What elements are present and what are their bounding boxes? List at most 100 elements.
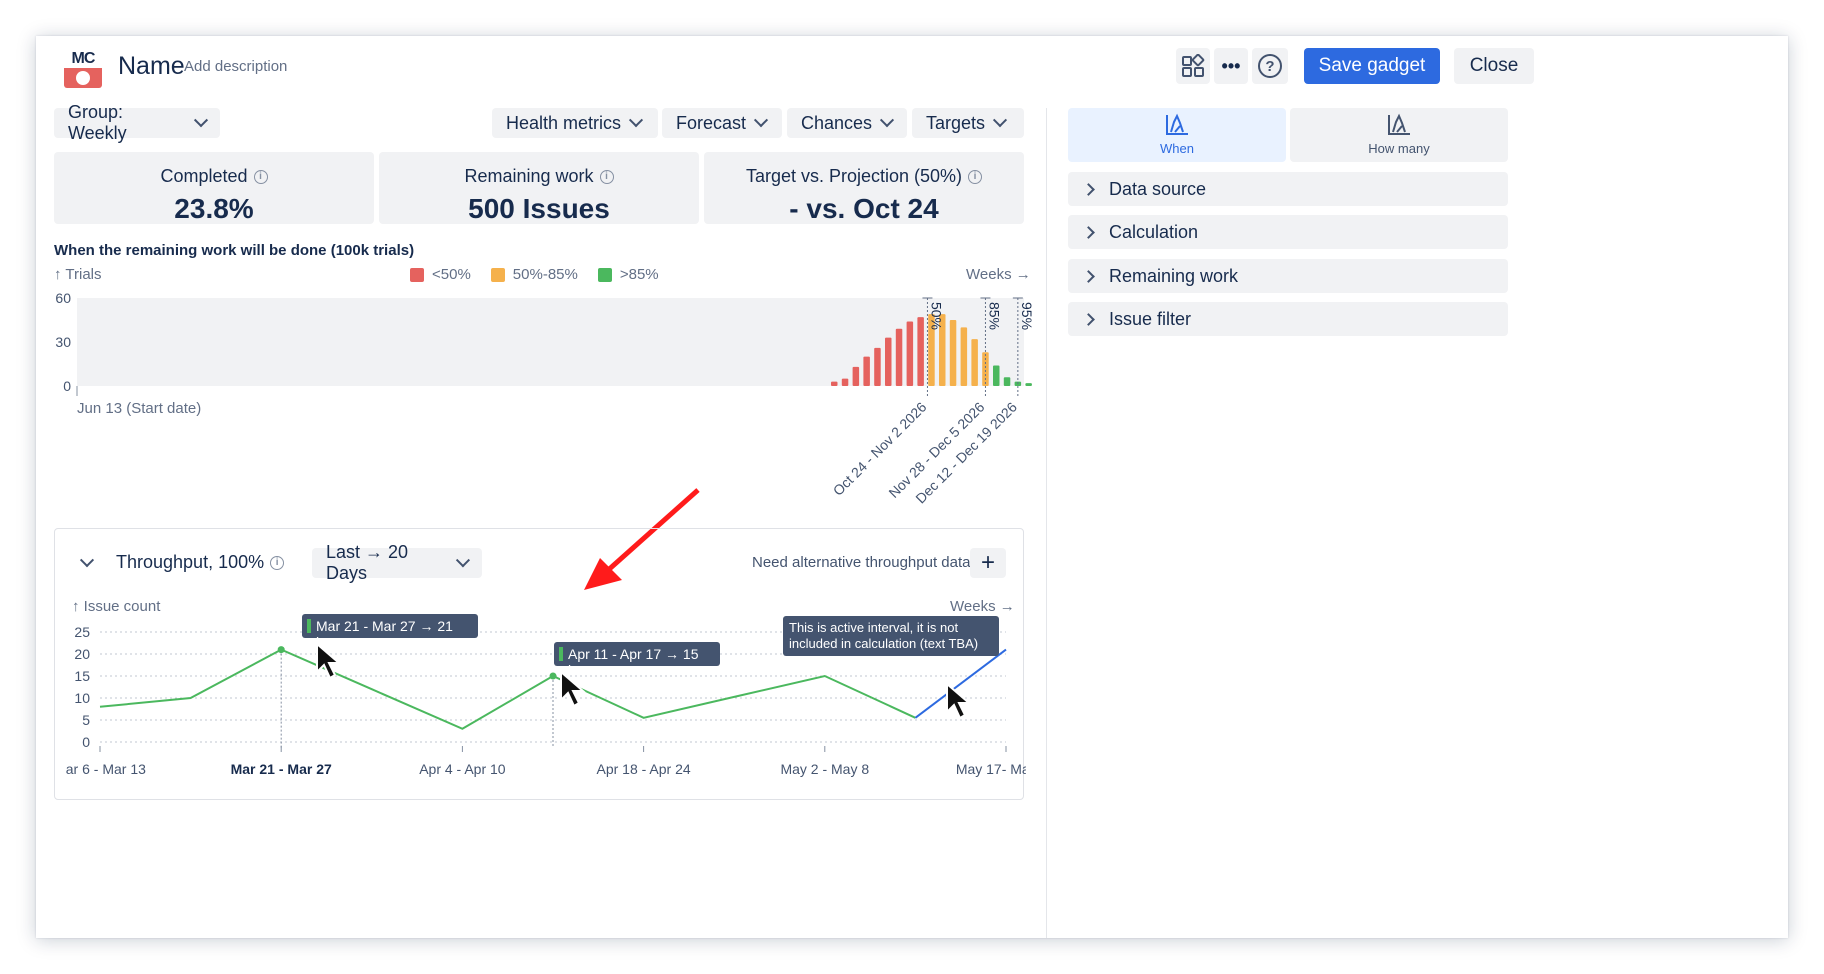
tab-label: How many xyxy=(1368,141,1430,156)
throughput-title: Throughput, 100% i xyxy=(116,552,285,573)
section-remaining-work[interactable]: Remaining work xyxy=(1068,259,1508,293)
metric-remaining-work: Remaining work i 500 Issues xyxy=(379,152,699,224)
chances-dropdown[interactable]: Chances xyxy=(787,108,907,138)
histogram-bar xyxy=(885,337,892,386)
app-logo: MC xyxy=(64,50,102,88)
chevron-down-icon xyxy=(193,113,209,128)
histogram-bar xyxy=(895,328,903,386)
health-label: Health metrics xyxy=(506,112,622,133)
histogram-bar xyxy=(917,317,924,386)
forecast-x-axis-label: Weeks → xyxy=(966,266,1031,283)
histogram-bar xyxy=(852,366,860,386)
percentile-label: 95% xyxy=(1019,302,1035,330)
y-tick-label: 60 xyxy=(55,290,71,306)
group-label: Group: Weekly xyxy=(68,102,127,143)
throughput-y-axis-label: ↑ Issue count xyxy=(72,598,161,615)
legend-item: >85% xyxy=(597,266,659,283)
help-icon[interactable]: ? xyxy=(1252,48,1288,84)
date-tick-label: Oct 24 - Nov 2 2026 xyxy=(830,399,930,499)
info-icon[interactable]: i xyxy=(270,555,285,570)
info-icon[interactable]: i xyxy=(968,169,983,184)
histogram-bar xyxy=(831,381,838,386)
chevron-down-icon xyxy=(879,113,895,128)
x-tick-label: Mar 21 - Mar 27 xyxy=(231,761,332,777)
histogram-bar xyxy=(949,320,957,386)
throughput-x-axis-label: Weeks → xyxy=(950,598,1015,615)
section-data-source[interactable]: Data source xyxy=(1068,172,1508,206)
histogram-bar xyxy=(960,327,968,386)
chevron-right-icon xyxy=(1082,312,1095,326)
y-tick-label: 25 xyxy=(74,624,90,640)
metric-label: Target vs. Projection (50%) xyxy=(745,166,963,186)
legend-item: <50% xyxy=(410,266,471,283)
info-icon[interactable]: i xyxy=(253,169,268,184)
forecast-chart-title: When the remaining work will be done (10… xyxy=(54,242,415,259)
section-issue-filter[interactable]: Issue filter xyxy=(1068,302,1508,336)
targets-label: Targets xyxy=(926,112,986,133)
section-calculation[interactable]: Calculation xyxy=(1068,215,1508,249)
y-tick-label: 10 xyxy=(74,690,90,706)
health-metrics-dropdown[interactable]: Health metrics xyxy=(492,108,658,138)
tab-label: When xyxy=(1160,141,1194,156)
x-tick-label: May 2 - May 8 xyxy=(780,761,869,777)
forecast-y-axis-label: ↑ Trials xyxy=(54,266,102,283)
x-tick-label: Apr 4 - Apr 10 xyxy=(419,761,506,777)
more-icon[interactable]: ••• xyxy=(1214,48,1248,84)
save-gadget-button[interactable]: Save gadget xyxy=(1304,48,1440,84)
logo-icon xyxy=(64,68,102,88)
metric-value: - vs. Oct 24 xyxy=(789,193,939,224)
chevron-right-icon xyxy=(1082,269,1095,283)
forecast-label: Forecast xyxy=(676,112,747,133)
info-icon[interactable]: i xyxy=(599,169,614,184)
alt-throughput-text: Need alternative throughput data? xyxy=(752,554,979,571)
data-point xyxy=(277,646,285,654)
range-dropdown[interactable]: Last → 20 Days xyxy=(312,542,482,583)
targets-dropdown[interactable]: Targets xyxy=(912,108,1024,138)
panel-divider xyxy=(1046,108,1047,938)
histogram-bar xyxy=(906,321,914,386)
histogram-bar xyxy=(1003,377,1011,386)
gadget-title[interactable]: Name xyxy=(118,52,185,81)
percentile-label: 85% xyxy=(986,302,1002,330)
legend-item: 50%-85% xyxy=(490,266,578,283)
x-tick-label: Mar 6 - Mar 13 xyxy=(66,761,146,777)
chevron-down-icon xyxy=(992,113,1008,128)
y-tick-label: 0 xyxy=(63,378,71,394)
close-button[interactable]: Close xyxy=(1454,48,1534,84)
tooltip-apr11: Apr 11 - Apr 17 → 15 issues xyxy=(554,642,720,678)
svg-text:?: ? xyxy=(1265,58,1274,75)
metric-value: 500 Issues xyxy=(468,193,610,224)
add-description-link[interactable]: Add description xyxy=(184,58,287,75)
tooltip-active-interval: This is active interval, it is not inclu… xyxy=(783,616,999,656)
histogram-bar xyxy=(1025,383,1032,386)
metric-completed: Completed i 23.8% xyxy=(54,152,374,224)
cursor-icon xyxy=(946,682,972,720)
forecast-legend: <50% 50%-85% >85% xyxy=(410,266,659,283)
histogram-bar xyxy=(863,356,870,386)
chevron-right-icon xyxy=(1082,182,1095,196)
group-dropdown[interactable]: Group: Weekly xyxy=(54,102,220,143)
add-throughput-button[interactable]: + xyxy=(970,548,1006,578)
tab-how-many[interactable]: How many xyxy=(1290,108,1508,162)
forecast-dropdown[interactable]: Forecast xyxy=(662,108,782,138)
tab-when[interactable]: When xyxy=(1068,108,1286,162)
chevron-down-icon xyxy=(456,553,471,568)
chevron-down-icon xyxy=(753,113,769,128)
cursor-icon xyxy=(316,642,342,680)
chances-label: Chances xyxy=(801,112,873,133)
histogram-bar xyxy=(874,347,881,386)
plot-background xyxy=(77,298,1024,386)
data-point xyxy=(549,672,557,680)
logo-text: MC xyxy=(64,50,102,68)
histogram-bar xyxy=(993,365,1000,386)
percentile-label: 50% xyxy=(928,302,944,330)
cursor-icon xyxy=(560,670,586,708)
y-tick-label: 5 xyxy=(82,712,90,728)
chevron-down-icon xyxy=(628,113,644,128)
widgets-icon[interactable] xyxy=(1176,48,1210,84)
chevron-right-icon xyxy=(1082,225,1095,239)
y-tick-label: 0 xyxy=(82,734,90,750)
metric-label: Completed xyxy=(160,166,248,186)
metric-value: 23.8% xyxy=(174,193,254,224)
histogram-bar xyxy=(841,378,849,386)
